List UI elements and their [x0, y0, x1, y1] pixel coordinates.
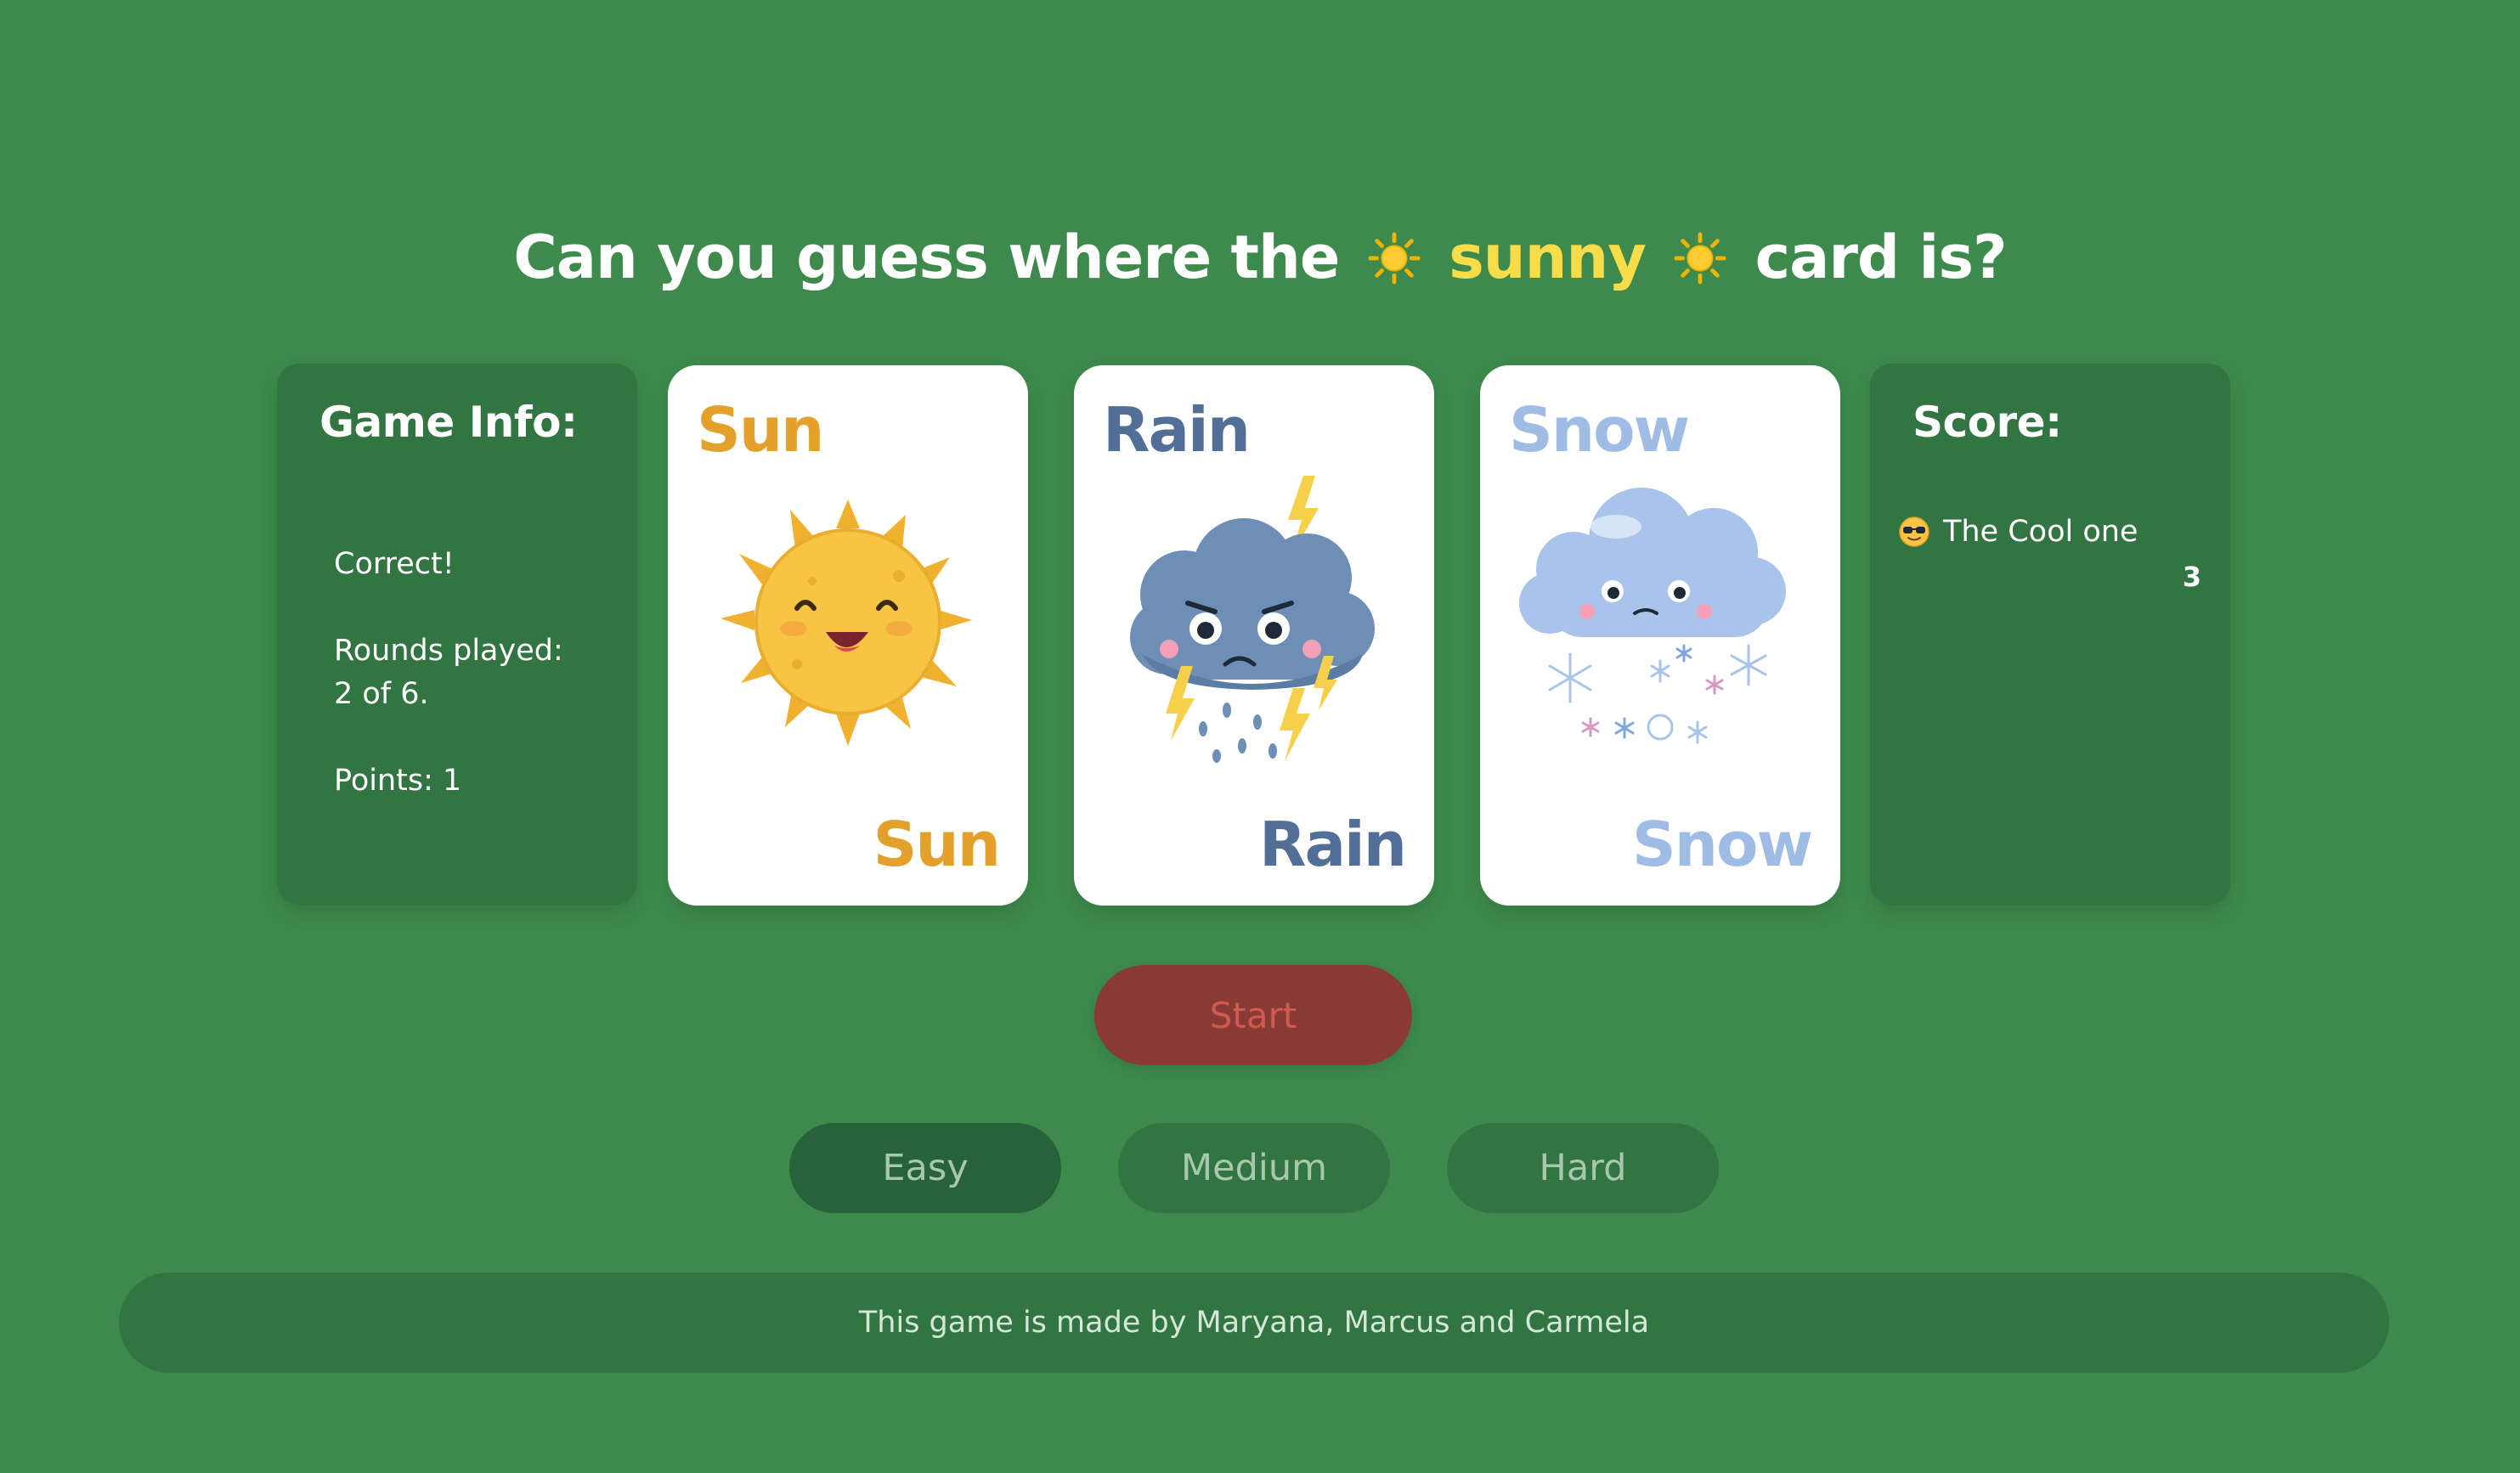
rounds-played-label: Rounds played: [334, 634, 563, 668]
storm-cloud-icon [1130, 476, 1375, 763]
card-sun[interactable]: Sun Sun [668, 365, 1028, 906]
score-player-name: The Cool one [1943, 515, 2139, 549]
sunglasses-face-icon [1899, 516, 1930, 547]
headline-weather-word: sunny [1449, 223, 1647, 292]
card-label-bottom: Snow [1631, 809, 1813, 880]
card-label-top: Rain [1103, 394, 1251, 466]
score-title: Score: [1913, 398, 2062, 447]
snow-cloud-icon [1519, 488, 1786, 744]
footer-credit: This game is made by Maryana, Marcus and… [119, 1273, 2389, 1373]
card-label-bottom: Rain [1259, 809, 1407, 880]
card-label-bottom: Sun [873, 809, 1001, 880]
score-player-row: The Cool one [1899, 515, 2201, 549]
sun-emoji-icon [1368, 232, 1421, 285]
score-panel: Score: The Cool one 3 [1870, 364, 2230, 905]
rounds-played-value: 2 of 6. [334, 677, 429, 711]
round-result-text: Correct! [334, 547, 455, 581]
card-label-top: Sun [697, 394, 824, 466]
game-info-title: Game Info: [319, 398, 578, 447]
headline-suffix: card is? [1754, 223, 2008, 292]
headline-prefix: Can you guess where the [513, 223, 1340, 292]
score-player-points: 3 [2182, 561, 2201, 593]
card-snow[interactable]: Snow Snow [1480, 365, 1840, 906]
footer-credit-text: This game is made by Maryana, Marcus and… [858, 1306, 1650, 1340]
card-rain[interactable]: Rain Rain [1074, 365, 1434, 906]
card-label-top: Snow [1509, 394, 1690, 466]
level-medium-button[interactable]: Medium [1118, 1123, 1390, 1213]
start-button[interactable]: Start [1094, 965, 1412, 1065]
level-easy-button[interactable]: Easy [789, 1123, 1061, 1213]
sun-emoji-icon [1674, 232, 1726, 285]
sun-icon [720, 499, 972, 746]
question-headline: Can you guess where the sunny card is? [0, 223, 2520, 292]
score-entry: The Cool one 3 [1899, 515, 2201, 593]
level-hard-button[interactable]: Hard [1447, 1123, 1719, 1213]
game-info-panel: Game Info: Correct! Rounds played: 2 of … [277, 364, 637, 905]
points-text: Points: 1 [334, 764, 462, 798]
